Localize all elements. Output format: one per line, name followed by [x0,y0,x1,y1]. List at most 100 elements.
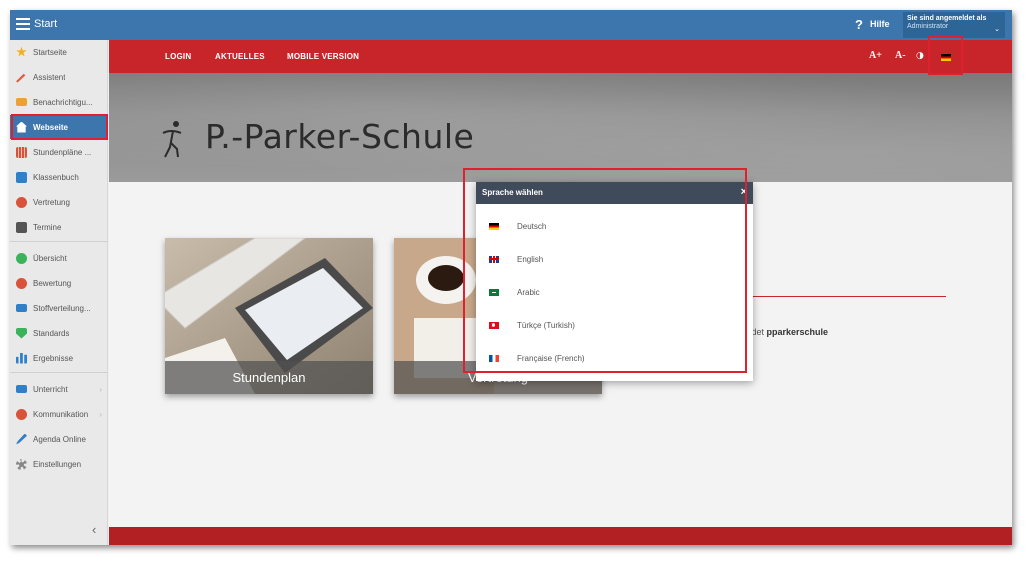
nav-aktuelles-link[interactable]: AKTUELLES [215,52,265,61]
sidebar-item-assistent[interactable]: Assistent [10,65,108,89]
language-label: Türkçe (Turkish) [517,320,575,330]
user-menu[interactable]: Sie sind angemeldet als Administrator ⌄ [903,12,1005,38]
language-option-french[interactable]: Française (French) [476,346,753,370]
book-icon [16,171,27,183]
sidebar-item-label: Webseite [33,122,68,132]
language-option-turkish[interactable]: Türkçe (Turkish) [476,313,753,337]
school-name: P.-Parker-Schule [205,117,475,156]
shield-icon [16,327,27,339]
top-bar: Start ? Hilfe Sie sind angemeldet als Ad… [10,10,1012,40]
sidebar-item-label: Termine [33,222,62,232]
collapse-sidebar-icon[interactable]: ‹ [92,522,96,537]
sidebar-item-label: Bewertung [33,278,72,288]
help-link[interactable]: Hilfe [870,19,890,29]
sidebar-item-label: Stundenpläne ... [33,147,92,157]
tile-stundenplan[interactable]: Stundenplan [165,238,373,394]
sidebar-divider [10,241,108,242]
school-logo-icon [162,121,182,158]
sidebar-item-unterricht[interactable]: Unterricht › [10,377,108,401]
chevron-right-icon: › [99,384,102,394]
sidebar-item-ergebnisse[interactable]: Ergebnisse [10,346,108,370]
sidebar-item-bewertung[interactable]: Bewertung [10,271,108,295]
language-label: English [517,254,544,264]
sidebar-item-label: Unterricht [33,384,68,394]
help-icon[interactable]: ? [855,17,863,32]
sidebar-item-startseite[interactable]: Startseite [10,40,108,64]
app-title[interactable]: Start [34,18,57,30]
font-increase-button[interactable]: A+ [869,50,882,61]
check-circle-icon [16,252,27,264]
chevron-down-icon[interactable]: ⌄ [994,25,1000,33]
star-icon [16,46,27,57]
close-icon[interactable]: × [741,186,747,198]
saudi-flag-icon [489,288,499,296]
sidebar-item-label: Agenda Online [33,434,86,444]
language-label: Française (French) [517,353,585,363]
wand-icon [16,73,26,83]
dialog-title: Sprache wählen [482,188,543,197]
sidebar-item-vertretung[interactable]: Vertretung [10,190,108,214]
language-flag-button[interactable] [941,54,951,61]
chat-icon [16,408,27,420]
sidebar-item-label: Ergebnisse [33,353,74,363]
language-option-arabic[interactable]: Arabic [476,280,753,304]
login-info-user: pparkerschule [766,327,829,337]
sidebar-item-standards[interactable]: Standards [10,321,108,345]
books-icon [16,385,27,393]
sidebar-item-label: Standards [33,328,70,338]
user-role: Administrator [907,23,949,30]
nav-mobile-version-link[interactable]: MOBILE VERSION [287,52,359,61]
gear-icon [16,458,27,470]
bar-chart-icon [16,352,27,364]
france-flag-icon [489,354,499,362]
sidebar-item-uebersicht[interactable]: Übersicht [10,246,108,270]
sidebar-item-agenda-online[interactable]: Agenda Online [10,427,108,451]
sidebar-item-label: Benachrichtigu... [33,97,93,107]
grade-icon [16,277,27,289]
language-dialog: Sprache wählen × Deutsch English Arabic … [476,182,753,381]
envelope-icon [16,98,27,106]
sidebar: Startseite Assistent Benachrichtigu... W… [10,40,108,545]
hamburger-menu-icon[interactable] [16,18,30,30]
sidebar-item-label: Assistent [33,72,66,82]
sidebar-item-einstellungen[interactable]: Einstellungen [10,452,108,476]
hero-banner: P.-Parker-Schule [109,73,1012,182]
chevron-right-icon: › [99,409,102,419]
sidebar-item-termine[interactable]: Termine [10,215,108,239]
germany-flag-icon [489,222,499,230]
app-window: Start ? Hilfe Sie sind angemeldet als Ad… [10,10,1012,545]
nav-login-link[interactable]: LOGIN [165,52,191,61]
site-navigation: LOGIN AKTUELLES MOBILE VERSION A+ A- ◑ [109,40,1012,73]
language-label: Deutsch [517,221,547,231]
language-option-english[interactable]: English [476,247,753,271]
distribution-icon [16,304,27,312]
sidebar-item-label: Klassenbuch [33,172,79,182]
sidebar-item-stoffverteilung[interactable]: Stoffverteilung... [10,296,108,320]
sidebar-item-kommunikation[interactable]: Kommunikation › [10,402,108,426]
tile-caption: Stundenplan [165,361,373,394]
sidebar-item-stundenplaene[interactable]: Stundenpläne ... [10,140,108,164]
font-decrease-button[interactable]: A- [895,50,906,61]
sidebar-item-benachrichtigungen[interactable]: Benachrichtigu... [10,90,108,114]
uk-flag-icon [489,255,499,263]
sidebar-item-label: Stoffverteilung... [33,303,91,313]
turkey-flag-icon [489,321,499,329]
person-icon [16,196,27,208]
pen-icon [16,433,27,445]
calendar-icon [16,221,27,233]
sidebar-item-klassenbuch[interactable]: Klassenbuch [10,165,108,189]
language-label: Arabic [517,287,540,297]
sidebar-item-label: Startseite [33,47,67,57]
sidebar-item-webseite[interactable]: Webseite [10,115,108,139]
dialog-header: Sprache wählen × [476,182,753,204]
site-footer [109,527,1012,545]
sidebar-item-label: Einstellungen [33,459,82,469]
contrast-button[interactable]: ◑ [916,51,924,61]
sidebar-item-label: Kommunikation [33,409,89,419]
sidebar-item-label: Vertretung [33,197,70,207]
timetable-icon [16,146,27,158]
login-status-label: Sie sind angemeldet als [907,15,987,22]
house-icon [16,121,27,133]
language-option-deutsch[interactable]: Deutsch [476,214,753,238]
sidebar-item-label: Übersicht [33,253,67,263]
